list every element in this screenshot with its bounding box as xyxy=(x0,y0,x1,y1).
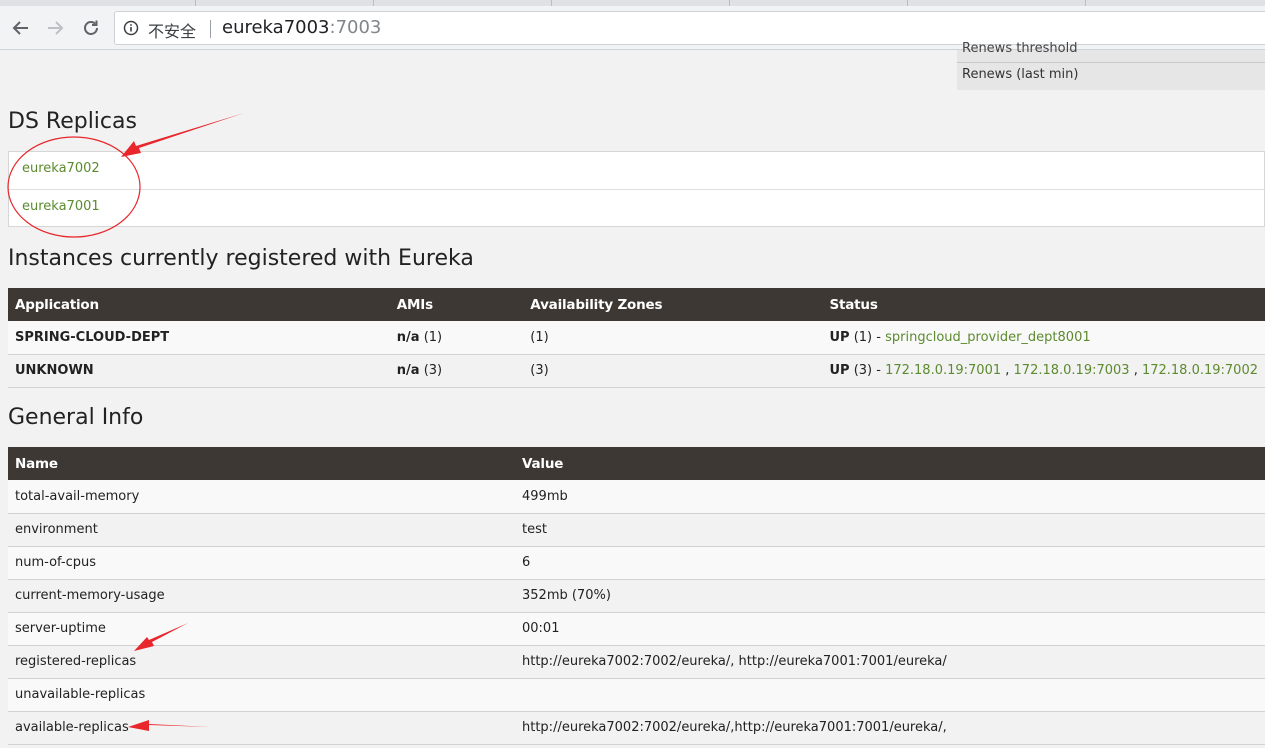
info-value: http://eureka7002:7002/eureka/, http://e… xyxy=(515,645,1265,679)
renews-panel: Renews threshold Renews (last min) xyxy=(957,41,1265,90)
link-separator: , xyxy=(1129,363,1142,378)
application-cell: SPRING-CLOUD-DEPT xyxy=(8,321,390,355)
table-row: UNKNOWN n/a (3) (3) UP (3) - 172.18.0.19… xyxy=(8,354,1265,388)
table-row: total-avail-memory 499mb xyxy=(8,480,1265,514)
security-label: 不安全 xyxy=(148,22,197,41)
column-header-amis: AMIs xyxy=(389,288,524,321)
replica-link-eureka7001[interactable]: eureka7001 xyxy=(22,199,100,214)
general-info-heading: General Info xyxy=(8,405,144,430)
instance-link[interactable]: springcloud_provider_dept8001 xyxy=(885,330,1091,345)
url-host: eureka7003 xyxy=(222,17,330,38)
renews-threshold-label: Renews threshold xyxy=(962,41,1078,56)
column-header-availability-zones: Availability Zones xyxy=(523,288,823,321)
info-name: registered-replicas xyxy=(8,645,515,679)
amis-cell: n/a (1) xyxy=(389,321,524,355)
table-row: unavailable-replicas xyxy=(8,678,1265,712)
divider xyxy=(957,62,1265,63)
status-cell: UP (3) - 172.18.0.19:7001 , 172.18.0.19:… xyxy=(822,354,1265,388)
info-name: num-of-cpus xyxy=(8,546,515,580)
column-header-status: Status xyxy=(822,288,1265,321)
arrow-right-icon xyxy=(48,21,64,35)
link-separator: , xyxy=(1001,363,1014,378)
status-cell: UP (1) - springcloud_provider_dept8001 xyxy=(822,321,1265,355)
address-bar[interactable]: 不安全 eureka7003:7003 xyxy=(114,11,1265,45)
info-value xyxy=(515,678,1265,712)
zones-cell: (3) xyxy=(523,354,823,388)
info-value: 499mb xyxy=(515,480,1265,514)
instance-link[interactable]: 172.18.0.19:7003 xyxy=(1014,363,1130,378)
info-name: environment xyxy=(8,513,515,547)
info-name: unavailable-replicas xyxy=(8,678,515,712)
info-icon[interactable] xyxy=(123,20,139,36)
amis-cell: n/a (3) xyxy=(389,354,524,388)
info-name: total-avail-memory xyxy=(8,480,515,514)
url-text[interactable]: eureka7003:7003 xyxy=(222,17,381,38)
status-up: UP xyxy=(829,329,850,345)
arrow-left-icon xyxy=(12,21,28,35)
ds-replicas-heading: DS Replicas xyxy=(8,109,137,134)
instance-link[interactable]: 172.18.0.19:7001 xyxy=(885,363,1001,378)
column-header-application: Application xyxy=(8,288,390,321)
info-name: server-uptime xyxy=(8,612,515,646)
column-header-name: Name xyxy=(8,447,515,480)
table-row: environment test xyxy=(8,513,1265,547)
zones-cell: (1) xyxy=(523,321,823,355)
instance-link[interactable]: 172.18.0.19:7002 xyxy=(1142,363,1258,378)
table-row: SPRING-CLOUD-DEPT n/a (1) (1) UP (1) - s… xyxy=(8,321,1265,355)
column-header-value: Value xyxy=(515,447,1265,480)
url-port: :7003 xyxy=(329,17,382,38)
amis-count: (3) xyxy=(419,363,443,378)
table-row: server-uptime 00:01 xyxy=(8,612,1265,646)
status-up: UP xyxy=(829,363,850,378)
table-row: current-memory-usage 352mb (70%) xyxy=(8,579,1265,613)
general-info-table: Name Value total-avail-memory 499mb envir… xyxy=(8,447,1265,745)
info-value: 00:01 xyxy=(515,612,1265,646)
reload-button[interactable] xyxy=(77,14,105,42)
renews-last-min-label: Renews (last min) xyxy=(962,67,1079,82)
replica-link-eureka7002[interactable]: eureka7002 xyxy=(22,161,100,176)
table-row: available-replicas http://eureka7002:7002… xyxy=(8,711,1265,745)
ds-replicas-list: eureka7002 eureka7001 xyxy=(8,151,1265,227)
amis-na: n/a xyxy=(396,329,420,345)
table-row: num-of-cpus 6 xyxy=(8,546,1265,580)
list-item: eureka7001 xyxy=(9,189,1265,227)
info-name: available-replicas xyxy=(8,711,515,745)
back-button[interactable] xyxy=(7,14,35,42)
forward-button[interactable] xyxy=(41,14,69,42)
application-cell: UNKNOWN xyxy=(8,354,390,388)
list-item: eureka7002 xyxy=(9,152,1265,190)
info-name: current-memory-usage xyxy=(8,579,515,613)
info-value: 352mb (70%) xyxy=(515,579,1265,613)
amis-na: n/a xyxy=(396,363,420,378)
instances-heading: Instances currently registered with Eure… xyxy=(8,246,474,271)
info-value: 6 xyxy=(515,546,1265,580)
reload-icon xyxy=(84,20,98,35)
status-count: (3) - xyxy=(849,363,886,378)
table-row: registered-replicas http://eureka7002:700… xyxy=(8,645,1265,679)
info-value: test xyxy=(515,513,1265,547)
status-count: (1) - xyxy=(849,329,886,345)
amis-count: (1) xyxy=(419,329,443,345)
omnibox-divider xyxy=(210,20,211,38)
instances-table: Application AMIs Availability Zones Stat… xyxy=(8,288,1265,388)
info-value: http://eureka7002:7002/eureka/,http://eu… xyxy=(515,711,1265,745)
